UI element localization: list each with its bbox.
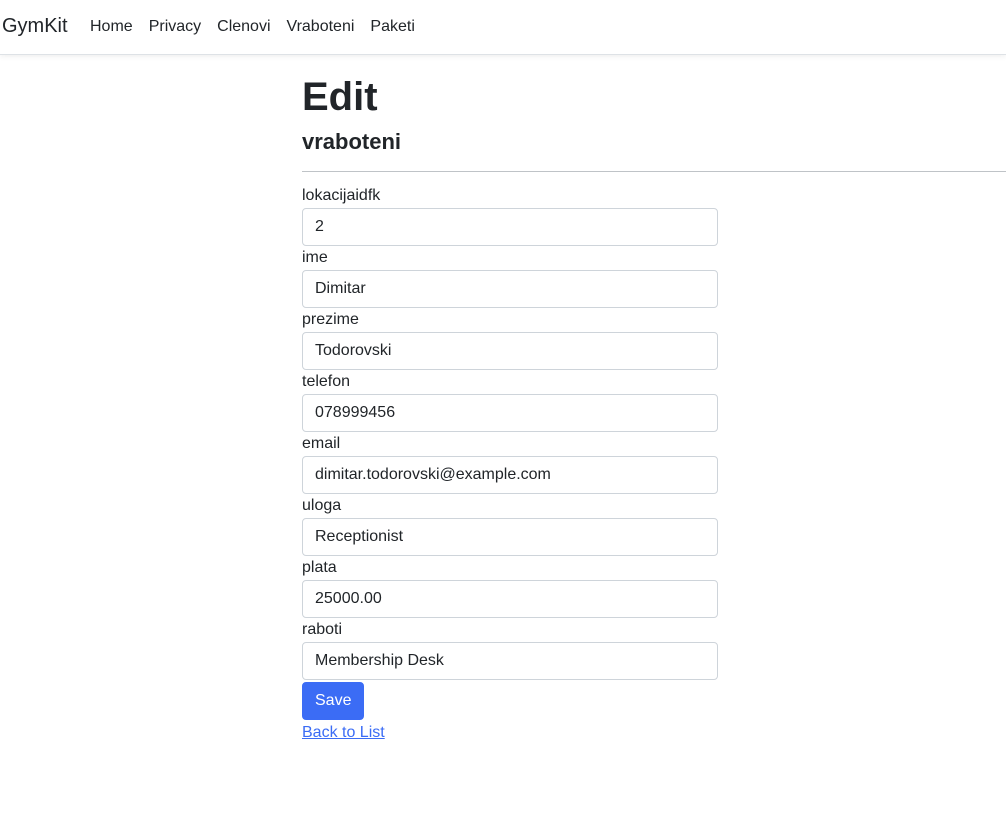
nav-vraboteni[interactable]: Vraboteni bbox=[279, 17, 363, 36]
page-title: Edit bbox=[302, 75, 378, 119]
prezime-input[interactable] bbox=[302, 332, 718, 370]
telefon-input[interactable] bbox=[302, 394, 718, 432]
field-label: uloga bbox=[302, 497, 342, 514]
top-navbar: GymKit Home Privacy Clenovi Vraboteni Pa… bbox=[0, 0, 1006, 55]
ime-input[interactable] bbox=[302, 270, 718, 308]
divider bbox=[302, 171, 1006, 172]
field-plata: plata bbox=[302, 558, 718, 618]
field-lokacijaidfk: lokacijaidfk bbox=[302, 186, 718, 246]
save-button[interactable]: Save bbox=[302, 682, 365, 720]
field-email: email bbox=[302, 434, 718, 494]
raboti-input[interactable] bbox=[302, 642, 718, 680]
field-label: plata bbox=[302, 559, 337, 576]
field-ime: ime bbox=[302, 248, 718, 308]
back-to-list-link[interactable]: Back to List bbox=[302, 724, 1006, 742]
uloga-input[interactable] bbox=[302, 518, 718, 556]
nav-paketi[interactable]: Paketi bbox=[362, 17, 422, 36]
field-uloga: uloga bbox=[302, 496, 718, 556]
email-input[interactable] bbox=[302, 456, 718, 494]
nav-clenovi[interactable]: Clenovi bbox=[209, 17, 278, 36]
brand-link[interactable]: GymKit bbox=[2, 15, 68, 38]
nav-privacy[interactable]: Privacy bbox=[141, 17, 209, 36]
field-label: ime bbox=[302, 249, 328, 266]
plata-input[interactable] bbox=[302, 580, 718, 618]
field-label: raboti bbox=[302, 621, 343, 638]
lokacijaidfk-input[interactable] bbox=[302, 208, 718, 246]
field-prezime: prezime bbox=[302, 310, 718, 370]
field-label: telefon bbox=[302, 373, 351, 390]
field-telefon: telefon bbox=[302, 372, 718, 432]
nav-home[interactable]: Home bbox=[82, 17, 141, 36]
entity-subtitle: vraboteni bbox=[302, 129, 402, 154]
edit-form: lokacijaidfk ime prezime telefon email u… bbox=[302, 186, 1006, 720]
nav-links: Home Privacy Clenovi Vraboteni Paketi bbox=[82, 17, 423, 36]
main-content: Edit vraboteni lokacijaidfk ime prezime … bbox=[302, 72, 1006, 742]
field-raboti: raboti bbox=[302, 620, 718, 680]
field-label: email bbox=[302, 435, 341, 452]
field-label: prezime bbox=[302, 311, 359, 328]
field-label: lokacijaidfk bbox=[302, 187, 381, 204]
